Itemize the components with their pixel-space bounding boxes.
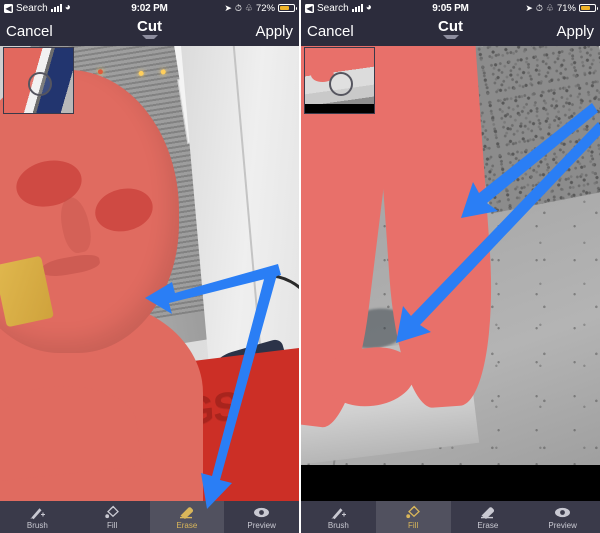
phone-screen-left: ◀ Search ◕ 9:02 PM ➤ ⏱ ♧ 72% Cancel Cut … (0, 0, 299, 533)
tool-fill[interactable]: Fill (375, 501, 451, 533)
tool-preview[interactable]: Preview (525, 501, 600, 533)
bluetooth-icon: ♧ (244, 2, 253, 13)
phone-screen-right: ◀ Search ◕ 9:05 PM ➤ ⏱ ♧ 71% Cancel Cut … (301, 0, 600, 533)
apply-button[interactable]: Apply (556, 23, 594, 40)
page-title: Cut (137, 18, 162, 35)
fill-bucket-icon (104, 504, 121, 520)
tool-fill[interactable]: Fill (75, 501, 150, 533)
fill-bucket-icon (405, 504, 422, 520)
tool-brush-label: Brush (327, 521, 349, 530)
brush-cursor-ring-icon (329, 72, 353, 96)
chevron-down-icon[interactable] (141, 35, 158, 43)
status-bar-right-group: ➤ ⏱ ♧ 71% (525, 2, 598, 14)
tool-erase[interactable]: Erase (149, 501, 225, 533)
bluetooth-icon: ♧ (545, 2, 554, 13)
cancel-button[interactable]: Cancel (307, 23, 354, 40)
tool-fill-label: Fill (408, 521, 419, 530)
eye-icon (553, 504, 572, 520)
nav-bar-right: Cancel Cut Apply (301, 16, 600, 46)
tool-preview-label: Preview (548, 521, 577, 530)
statue-nose (56, 195, 95, 257)
eye-icon (252, 504, 271, 520)
magnifier-loupe-right (304, 47, 375, 114)
tool-brush-label: Brush (26, 521, 48, 530)
location-arrow-icon: ➤ (224, 2, 232, 13)
tool-toolbar-left[interactable]: Brush Fill Erase Preview (0, 501, 299, 533)
battery-icon (278, 4, 297, 12)
status-bar-right-group: ➤ ⏱ ♧ 72% (224, 2, 297, 14)
battery-percent-label: 72% (255, 2, 275, 14)
brush-cursor-ring-icon (28, 72, 52, 96)
photo-statue-head[interactable]: VISA EARTHLINGS (0, 46, 299, 533)
tool-erase-label: Erase (477, 521, 499, 530)
tool-fill-label: Fill (107, 521, 118, 530)
statue-mouth (41, 251, 101, 279)
battery-percent-label: 71% (556, 2, 576, 14)
tool-erase-label: Erase (176, 521, 198, 530)
page-title: Cut (438, 18, 463, 35)
battery-icon (579, 4, 598, 12)
nav-bar-left: Cancel Cut Apply (0, 16, 299, 46)
status-bar-left: ◀ Search ◕ 9:02 PM ➤ ⏱ ♧ 72% (0, 0, 299, 16)
statue-eye-right (91, 183, 157, 237)
status-bar-right: ◀ Search ◕ 9:05 PM ➤ ⏱ ♧ 71% (301, 0, 600, 16)
chevron-down-icon[interactable] (442, 35, 459, 43)
photo-canvas-left[interactable]: VISA EARTHLINGS (0, 46, 299, 533)
location-arrow-icon: ➤ (525, 2, 533, 13)
photo-canvas-right[interactable] (301, 46, 600, 533)
cancel-button[interactable]: Cancel (6, 23, 53, 40)
eraser-icon (177, 504, 196, 520)
magnifier-loupe-left (3, 47, 74, 114)
screenshot-root: ◀ Search ◕ 9:02 PM ➤ ⏱ ♧ 72% Cancel Cut … (0, 0, 600, 533)
apply-button[interactable]: Apply (255, 23, 293, 40)
tool-toolbar-right[interactable]: Brush Fill Erase Preview (301, 501, 600, 533)
alarm-clock-icon: ⏱ (535, 2, 543, 13)
tool-brush[interactable]: Brush (301, 501, 376, 533)
tool-brush[interactable]: Brush (0, 501, 75, 533)
alarm-clock-icon: ⏱ (234, 2, 242, 13)
tool-preview-label: Preview (247, 521, 276, 530)
photo-statue-legs[interactable] (301, 46, 600, 533)
brush-icon (29, 504, 46, 520)
tool-preview[interactable]: Preview (224, 501, 299, 533)
tool-erase[interactable]: Erase (451, 501, 526, 533)
brush-icon (330, 504, 347, 520)
eraser-icon (478, 504, 497, 520)
